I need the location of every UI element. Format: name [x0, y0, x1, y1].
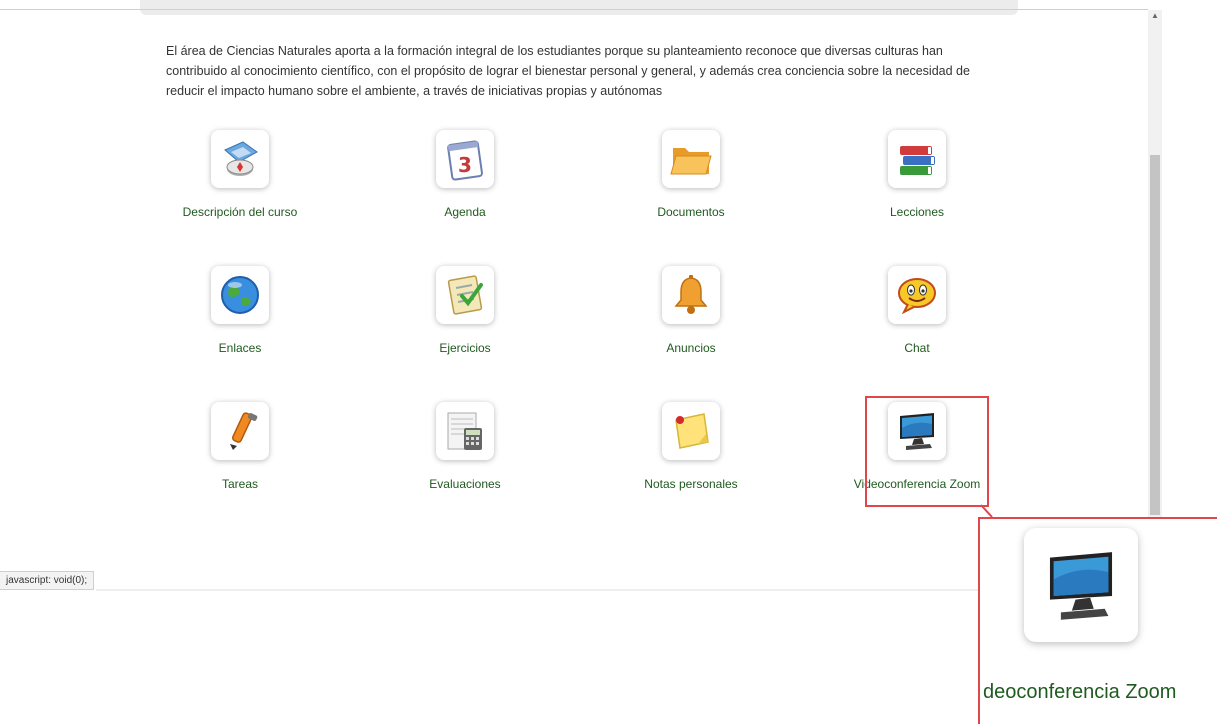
zoom-callout-label: deoconferencia Zoom: [983, 681, 1177, 703]
scroll-up-arrow-icon[interactable]: ▲: [1148, 10, 1162, 22]
zoom-callout: deoconferencia Zoom: [978, 517, 1217, 724]
monitor-icon: [1049, 552, 1113, 620]
scroll-thumb[interactable]: [1150, 155, 1160, 515]
vertical-scrollbar[interactable]: ▲: [1148, 10, 1162, 590]
zoom-callout-iconbox: [1024, 528, 1138, 642]
status-bar: javascript: void(0);: [0, 571, 95, 590]
